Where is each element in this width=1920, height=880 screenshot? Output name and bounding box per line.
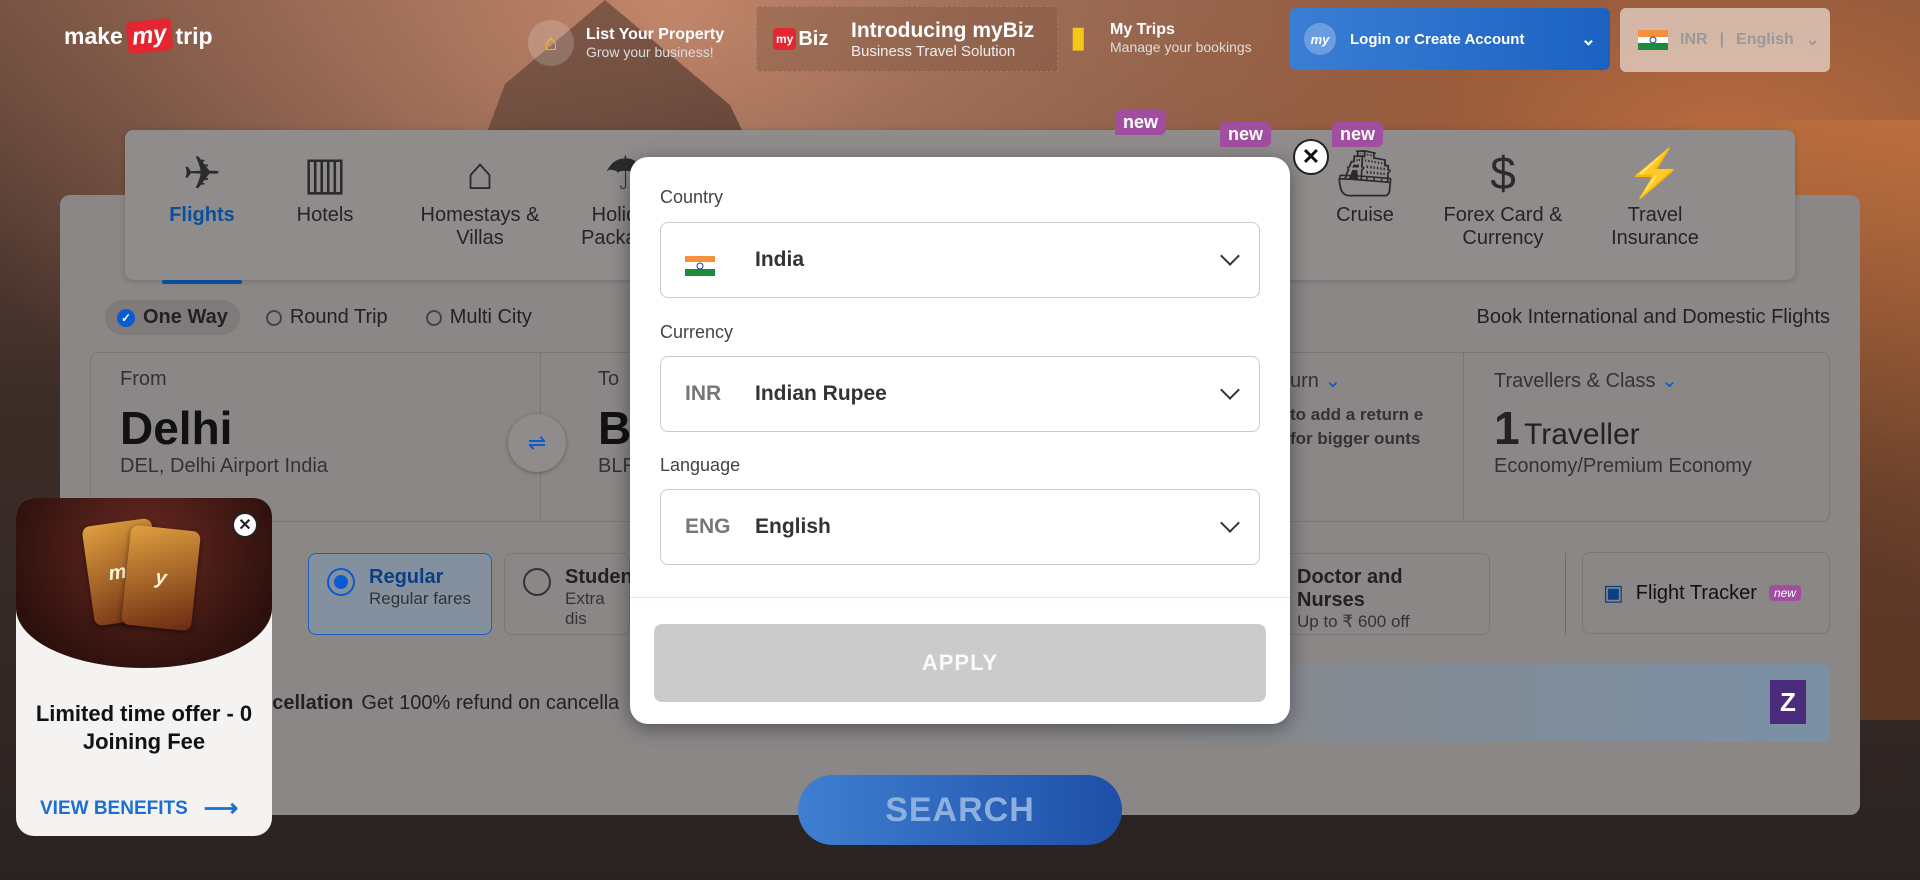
country-select[interactable]: India <box>660 222 1260 298</box>
currency-code: INR <box>685 382 722 405</box>
promo-link-label: VIEW BENEFITS <box>40 797 188 819</box>
chevron-down-icon <box>1220 380 1240 400</box>
language-label: Language <box>660 455 741 475</box>
chevron-down-icon <box>1220 246 1240 266</box>
arrow-right-icon: ⟶ <box>203 795 239 822</box>
apply-button[interactable]: APPLY <box>654 624 1266 702</box>
chevron-down-icon <box>1220 513 1240 533</box>
credit-card-image: my y <box>81 517 202 640</box>
currency-label: Currency <box>660 322 734 342</box>
currency-select[interactable]: INR Indian Rupee <box>660 356 1260 432</box>
language-select[interactable]: ENG English <box>660 489 1260 565</box>
locale-modal: Country India Currency INR Indian Rupee … <box>630 157 1290 724</box>
card-back: y <box>120 524 202 632</box>
language-code: ENG <box>685 515 731 538</box>
currency-value: Indian Rupee <box>755 382 887 405</box>
promo-card: my y ✕ Limited time offer - 0 Joining Fe… <box>16 498 272 836</box>
country-value: India <box>755 248 805 271</box>
view-benefits-link[interactable]: VIEW BENEFITS ⟶ <box>40 794 238 823</box>
close-icon[interactable]: ✕ <box>232 512 258 538</box>
country-label: Country <box>660 187 724 207</box>
modal-divider <box>630 597 1290 598</box>
close-icon[interactable]: ✕ <box>1293 139 1329 175</box>
language-value: English <box>755 515 831 538</box>
promo-title: Limited time offer - 0 Joining Fee <box>35 701 253 754</box>
india-flag-icon <box>685 244 725 276</box>
